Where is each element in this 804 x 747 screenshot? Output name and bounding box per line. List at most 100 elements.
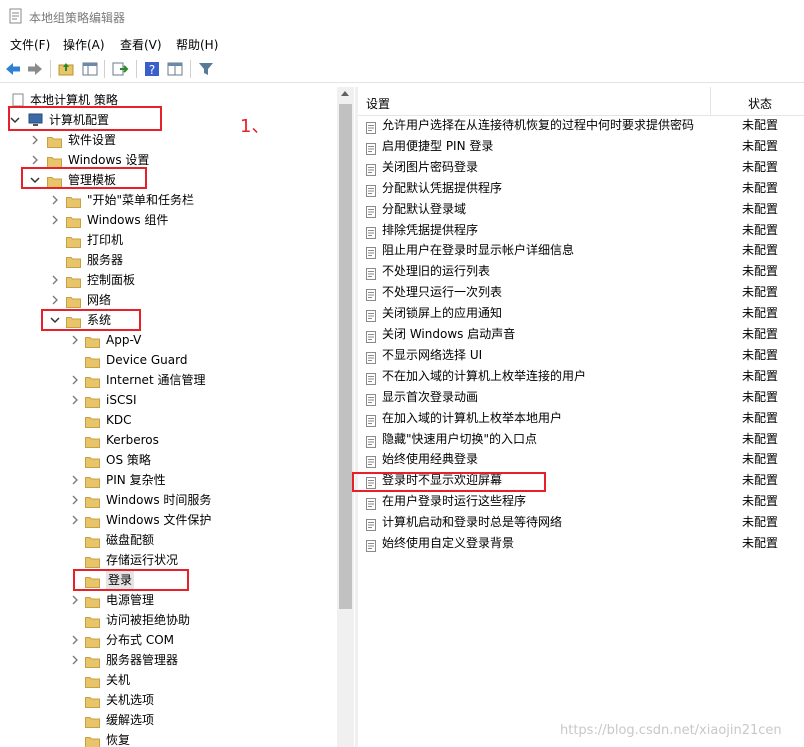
tree-item-system-child[interactable]: 关机 <box>0 670 340 690</box>
tree-item-system-child[interactable]: Windows 文件保护 <box>0 510 340 530</box>
policy-row[interactable]: 分配默认凭据提供程序 未配置 <box>358 178 804 199</box>
tree-item-system-child[interactable]: PIN 复杂性 <box>0 470 340 490</box>
tree-item-label: 缓解选项 <box>106 713 155 727</box>
tree-item-system-child[interactable]: 存储运行状况 <box>0 550 340 570</box>
policy-setting-icon <box>366 517 376 532</box>
tree-item-windows-components[interactable]: Windows 组件 <box>0 210 340 230</box>
column-separator[interactable] <box>710 87 711 115</box>
policy-row[interactable]: 排除凭据提供程序 未配置 <box>358 220 804 241</box>
tree-item-system-child[interactable]: 恢复 <box>0 730 340 747</box>
tree-item-label: Windows 组件 <box>87 213 169 227</box>
folder-icon <box>85 354 100 368</box>
chevron-right-icon[interactable] <box>50 290 60 310</box>
tree-item-system-child[interactable]: 访问被拒绝协助 <box>0 610 340 630</box>
tree-item-printers[interactable]: 打印机 <box>0 230 340 250</box>
tree-item-system-child[interactable]: Windows 时间服务 <box>0 490 340 510</box>
chevron-right-icon[interactable] <box>70 370 80 390</box>
chevron-right-icon[interactable] <box>50 190 60 210</box>
chevron-right-icon[interactable] <box>50 210 60 230</box>
tree-item-control-panel[interactable]: 控制面板 <box>0 270 340 290</box>
tree-item-label: Windows 时间服务 <box>106 493 212 507</box>
policy-row[interactable]: 始终使用经典登录 未配置 <box>358 449 804 470</box>
policy-row[interactable]: 不处理旧的运行列表 未配置 <box>358 261 804 282</box>
properties-view-icon[interactable] <box>166 60 184 78</box>
toolbar-separator <box>104 60 105 78</box>
forward-icon[interactable] <box>26 60 44 78</box>
tree-item-label: App-V <box>106 333 142 347</box>
policy-row[interactable]: 隐藏"快速用户切换"的入口点 未配置 <box>358 429 804 450</box>
menu-action[interactable]: 操作(A) <box>63 36 105 53</box>
policy-row[interactable]: 关闭锁屏上的应用通知 未配置 <box>358 303 804 324</box>
chevron-right-icon[interactable] <box>50 270 60 290</box>
policy-row[interactable]: 不在加入域的计算机上枚举连接的用户 未配置 <box>358 366 804 387</box>
toolbar-separator <box>190 60 191 78</box>
tree-item-label: "开始"菜单和任务栏 <box>87 193 195 207</box>
menu-view[interactable]: 查看(V) <box>120 36 162 53</box>
policy-row[interactable]: 允许用户选择在从连接待机恢复的过程中何时要求提供密码 未配置 <box>358 115 804 136</box>
tree-item-label: 服务器管理器 <box>106 653 179 667</box>
policy-state: 未配置 <box>742 389 779 404</box>
policy-row[interactable]: 关闭 Windows 启动声音 未配置 <box>358 324 804 345</box>
highlight-box-system <box>41 309 141 331</box>
tree-item-system-child[interactable]: Device Guard <box>0 350 340 370</box>
policy-name: 关闭锁屏上的应用通知 <box>382 306 503 321</box>
help-icon[interactable]: ? <box>143 60 161 78</box>
folder-icon <box>85 434 100 448</box>
chevron-right-icon[interactable] <box>70 630 80 650</box>
column-header-state[interactable]: 状态 <box>748 95 772 112</box>
folder-icon <box>85 674 100 688</box>
tree-item-network[interactable]: 网络 <box>0 290 340 310</box>
up-folder-icon[interactable] <box>57 60 75 78</box>
chevron-right-icon[interactable] <box>70 390 80 410</box>
chevron-right-icon[interactable] <box>70 590 80 610</box>
policy-row[interactable]: 始终使用自定义登录背景 未配置 <box>358 533 804 554</box>
tree-item-system-child[interactable]: iSCSI <box>0 390 340 410</box>
policy-row[interactable]: 启用便捷型 PIN 登录 未配置 <box>358 136 804 157</box>
tree-item-system-child[interactable]: OS 策略 <box>0 450 340 470</box>
tree-scrollbar[interactable] <box>337 87 354 747</box>
menu-help[interactable]: 帮助(H) <box>176 36 218 53</box>
show-hide-tree-icon[interactable] <box>81 60 99 78</box>
chevron-right-icon[interactable] <box>30 130 40 150</box>
tree-item-software-settings[interactable]: 软件设置 <box>0 130 340 150</box>
policy-setting-icon <box>366 245 376 260</box>
folder-icon <box>47 154 62 168</box>
tree-item-system-child[interactable]: Kerberos <box>0 430 340 450</box>
tree-item-system-child[interactable]: KDC <box>0 410 340 430</box>
policy-row[interactable]: 在用户登录时运行这些程序 未配置 <box>358 491 804 512</box>
scroll-up-arrow-icon[interactable] <box>341 91 349 96</box>
tree-item-system-child[interactable]: 分布式 COM <box>0 630 340 650</box>
export-list-icon[interactable] <box>111 60 129 78</box>
tree-item-system-child[interactable]: 关机选项 <box>0 690 340 710</box>
policy-row[interactable]: 计算机启动和登录时总是等待网络 未配置 <box>358 512 804 533</box>
menu-file[interactable]: 文件(F) <box>10 36 50 53</box>
tree-item-server[interactable]: 服务器 <box>0 250 340 270</box>
tree-item-start-menu[interactable]: "开始"菜单和任务栏 <box>0 190 340 210</box>
policy-row[interactable]: 不显示网络选择 UI 未配置 <box>358 345 804 366</box>
tree-item-system-child[interactable]: 电源管理 <box>0 590 340 610</box>
policy-row[interactable]: 阻止用户在登录时显示帐户详细信息 未配置 <box>358 240 804 261</box>
tree-item-system-child[interactable]: App-V <box>0 330 340 350</box>
policy-row[interactable]: 分配默认登录域 未配置 <box>358 199 804 220</box>
policy-state: 未配置 <box>742 494 779 509</box>
filter-icon[interactable] <box>197 60 215 78</box>
scrollbar-thumb[interactable] <box>339 104 352 609</box>
policy-row[interactable]: 在加入域的计算机上枚举本地用户 未配置 <box>358 408 804 429</box>
chevron-right-icon[interactable] <box>70 330 80 350</box>
chevron-right-icon[interactable] <box>70 490 80 510</box>
tree-item-system-child[interactable]: 缓解选项 <box>0 710 340 730</box>
column-header-setting[interactable]: 设置 <box>366 95 390 112</box>
svg-text:?: ? <box>149 63 155 77</box>
folder-icon <box>66 194 81 208</box>
tree-item-label: Kerberos <box>106 433 159 447</box>
back-icon[interactable] <box>4 60 22 78</box>
chevron-right-icon[interactable] <box>70 510 80 530</box>
chevron-right-icon[interactable] <box>70 470 80 490</box>
tree-item-system-child[interactable]: 服务器管理器 <box>0 650 340 670</box>
policy-row[interactable]: 关闭图片密码登录 未配置 <box>358 157 804 178</box>
tree-item-system-child[interactable]: Internet 通信管理 <box>0 370 340 390</box>
tree-item-system-child[interactable]: 磁盘配额 <box>0 530 340 550</box>
policy-row[interactable]: 不处理只运行一次列表 未配置 <box>358 282 804 303</box>
policy-row[interactable]: 显示首次登录动画 未配置 <box>358 387 804 408</box>
chevron-right-icon[interactable] <box>70 650 80 670</box>
